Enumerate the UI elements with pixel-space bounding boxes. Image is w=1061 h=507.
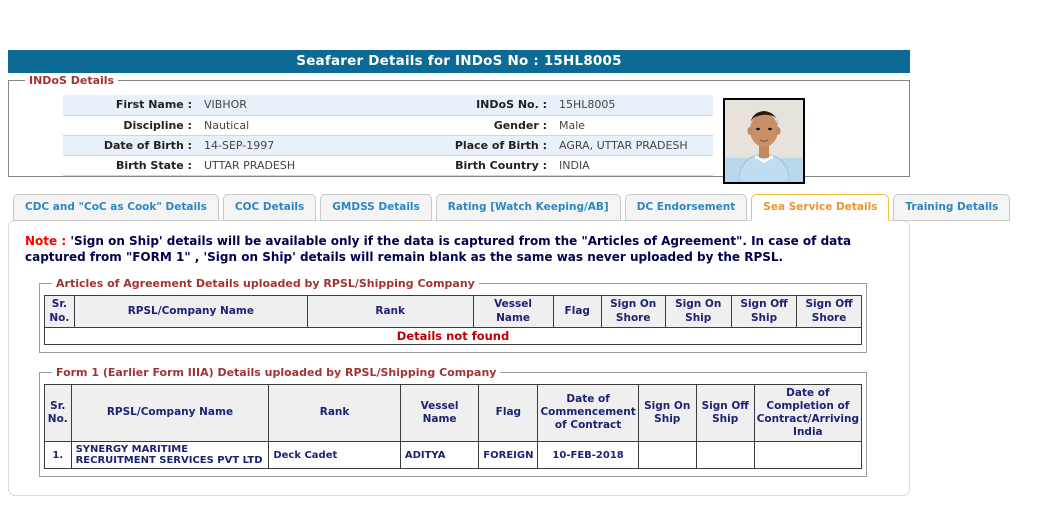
form1-data-row: 1. SYNERGY MARITIME RECRUITMENT SERVICES… bbox=[44, 441, 863, 470]
indos-details-fieldset: INDoS Details First Name : VIBHOR INDoS … bbox=[8, 74, 910, 184]
articles-of-agreement-legend: Articles of Agreement Details uploaded b… bbox=[56, 277, 475, 291]
f1-col-flag: Flag bbox=[478, 383, 539, 443]
discipline-value: Nautical bbox=[204, 118, 250, 132]
form1-fieldset: Form 1 (Earlier Form IIIA) Details uploa… bbox=[39, 365, 867, 478]
seafarer-photo bbox=[723, 98, 805, 184]
gender-value: Male bbox=[559, 118, 586, 132]
f1-col-sign-off-ship: Sign Off Ship bbox=[695, 383, 755, 443]
first-name-label: First Name : bbox=[115, 98, 192, 112]
articles-empty-row: Details not found bbox=[44, 326, 862, 345]
f1-col-sign-on-ship: Sign On Ship bbox=[637, 383, 697, 443]
f1-cell-sign-on-ship bbox=[637, 441, 697, 470]
f1-cell-completion bbox=[753, 441, 863, 470]
form1-legend: Form 1 (Earlier Form IIIA) Details uploa… bbox=[56, 365, 497, 379]
place-of-birth-value: AGRA, UTTAR PRADESH bbox=[559, 138, 688, 152]
detail-row-name-indos: First Name : VIBHOR INDoS No. : 15HL8005 bbox=[63, 95, 713, 115]
f1-cell-flag: FOREIGN bbox=[478, 441, 539, 470]
sea-service-tab-panel: Note : 'Sign on Ship' details will be av… bbox=[8, 220, 910, 497]
articles-header-row: Sr. No. RPSL/Company Name Rank Vessel Na… bbox=[44, 295, 862, 328]
aoa-col-company: RPSL/Company Name bbox=[73, 295, 308, 328]
birth-country-value: INDIA bbox=[559, 158, 590, 172]
dob-value: 14-SEP-1997 bbox=[204, 138, 275, 152]
form1-table: Sr. No. RPSL/Company Name Rank Vessel Na… bbox=[44, 383, 863, 470]
note-prefix: Note : bbox=[25, 234, 67, 248]
form1-header-row: Sr. No. RPSL/Company Name Rank Vessel Na… bbox=[44, 383, 863, 443]
f1-cell-vessel: ADITYA bbox=[399, 441, 480, 470]
details-not-found-message: Details not found bbox=[44, 326, 862, 345]
page-title: Seafarer Details for INDoS No : 15HL8005 bbox=[8, 50, 910, 73]
articles-of-agreement-table: Sr. No. RPSL/Company Name Rank Vessel Na… bbox=[44, 295, 862, 345]
note-body: 'Sign on Ship' details will be available… bbox=[25, 234, 852, 265]
aoa-col-flag: Flag bbox=[552, 295, 602, 328]
aoa-col-vessel: Vessel Name bbox=[472, 295, 554, 328]
aoa-col-sign-off-ship: Sign Off Ship bbox=[730, 295, 798, 328]
aoa-col-sign-on-shore: Sign On Shore bbox=[600, 295, 666, 328]
f1-col-company: RPSL/Company Name bbox=[70, 383, 270, 443]
f1-col-completion: Date of Completion of Contract/Arriving … bbox=[753, 383, 863, 443]
f1-cell-commencement: 10-FEB-2018 bbox=[537, 441, 639, 470]
place-of-birth-label: Place of Birth : bbox=[454, 138, 547, 152]
f1-col-commencement: Date of Commencement of Contract bbox=[537, 383, 639, 443]
birth-state-label: Birth State : bbox=[115, 158, 192, 172]
seafarer-photo-image bbox=[725, 100, 803, 182]
f1-cell-rank: Deck Cadet bbox=[268, 441, 401, 470]
gender-label: Gender : bbox=[493, 118, 547, 132]
tab-coc-details[interactable]: COC Details bbox=[222, 194, 317, 221]
discipline-label: Discipline : bbox=[123, 118, 192, 132]
personal-details-table: First Name : VIBHOR INDoS No. : 15HL8005… bbox=[63, 95, 713, 176]
dob-label: Date of Birth : bbox=[103, 138, 192, 152]
articles-of-agreement-fieldset: Articles of Agreement Details uploaded b… bbox=[39, 277, 867, 353]
f1-col-vessel: Vessel Name bbox=[399, 383, 480, 443]
aoa-col-rank: Rank bbox=[306, 295, 474, 328]
tab-rating-watch-keeping-ab[interactable]: Rating [Watch Keeping/AB] bbox=[435, 194, 621, 221]
detail-row-birth-date-place: Date of Birth : 14-SEP-1997 Place of Bir… bbox=[63, 135, 713, 155]
tabs-section: CDC and "CoC as Cook" Details COC Detail… bbox=[8, 194, 1011, 497]
indos-details-legend: INDoS Details bbox=[29, 74, 115, 87]
page-container: Seafarer Details for INDoS No : 15HL8005… bbox=[8, 50, 1011, 497]
tab-gmdss-details[interactable]: GMDSS Details bbox=[320, 194, 432, 221]
birth-state-value: UTTAR PRADESH bbox=[204, 158, 296, 172]
tab-sea-service-details[interactable]: Sea Service Details bbox=[751, 194, 890, 221]
f1-cell-company: SYNERGY MARITIME RECRUITMENT SERVICES PV… bbox=[70, 441, 270, 470]
indos-no-value: 15HL8005 bbox=[559, 98, 616, 112]
f1-col-rank: Rank bbox=[268, 383, 401, 443]
f1-cell-sr-no: 1. bbox=[44, 441, 72, 470]
aoa-col-sr-no: Sr. No. bbox=[44, 295, 75, 328]
tab-dc-endorsement[interactable]: DC Endorsement bbox=[624, 194, 748, 221]
birth-country-label: Birth Country : bbox=[455, 158, 547, 172]
indos-no-label: INDoS No. : bbox=[476, 98, 547, 112]
detail-row-discipline-gender: Discipline : Nautical Gender : Male bbox=[63, 115, 713, 135]
tab-training-details[interactable]: Training Details bbox=[893, 194, 1011, 221]
f1-col-sr-no: Sr. No. bbox=[44, 383, 72, 443]
detail-row-birth-state-country: Birth State : UTTAR PRADESH Birth Countr… bbox=[63, 155, 713, 175]
aoa-col-sign-on-ship: Sign On Ship bbox=[664, 295, 732, 328]
tab-bar: CDC and "CoC as Cook" Details COC Detail… bbox=[8, 194, 1011, 221]
first-name-value: VIBHOR bbox=[204, 98, 247, 112]
aoa-col-sign-off-shore: Sign Off Shore bbox=[796, 295, 862, 328]
tab-cdc-coc-as-cook-details[interactable]: CDC and "CoC as Cook" Details bbox=[13, 194, 219, 221]
note-text: Note : 'Sign on Ship' details will be av… bbox=[25, 233, 893, 265]
f1-cell-sign-off-ship bbox=[695, 441, 755, 470]
